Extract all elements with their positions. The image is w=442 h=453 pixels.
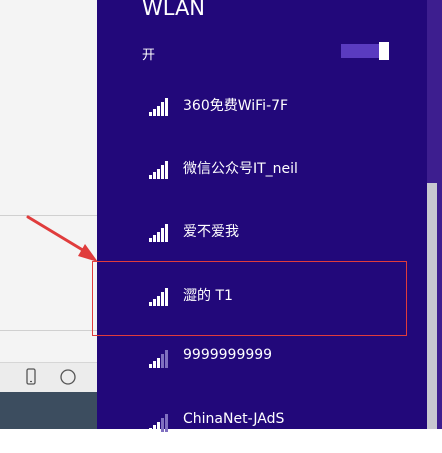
wifi-signal-icon xyxy=(147,220,171,244)
network-item[interactable]: ChinaNet-JAdS xyxy=(97,390,427,453)
network-name: 360免费WiFi-7F xyxy=(183,98,289,114)
network-item[interactable]: 微信公众号IT_neil xyxy=(97,137,427,200)
panel-title: WLAN xyxy=(142,0,206,20)
wifi-signal-icon xyxy=(147,346,171,370)
desktop-bottom-bar xyxy=(0,392,97,429)
network-name: 爱不爱我 xyxy=(183,224,239,240)
wifi-signal-icon xyxy=(147,157,171,181)
network-name: 9999999999 xyxy=(183,347,273,363)
wlan-toggle-label: 开 xyxy=(142,48,156,63)
network-item[interactable]: 360免费WiFi-7F xyxy=(97,74,427,137)
network-name: 微信公众号IT_neil xyxy=(183,161,298,177)
annotation-highlight-box xyxy=(92,261,407,336)
network-item[interactable]: 爱不爱我 xyxy=(97,200,427,263)
toggle-thumb xyxy=(379,42,389,60)
wlan-panel: WLAN 开 360免费WiFi-7F 微信公众号IT_neil 爱不爱我 澀的… xyxy=(97,0,427,432)
wifi-signal-icon xyxy=(147,94,171,118)
desktop-taskbar xyxy=(0,362,97,393)
phone-icon[interactable] xyxy=(21,367,41,387)
network-name: ChinaNet-JAdS xyxy=(183,411,285,427)
scrollbar-thumb[interactable] xyxy=(427,183,437,429)
toggle-track xyxy=(341,44,379,58)
compass-icon[interactable] xyxy=(58,367,78,387)
divider-line xyxy=(0,215,97,216)
wifi-signal-icon xyxy=(147,410,171,434)
divider-line xyxy=(0,330,97,331)
wlan-toggle[interactable] xyxy=(341,42,389,60)
